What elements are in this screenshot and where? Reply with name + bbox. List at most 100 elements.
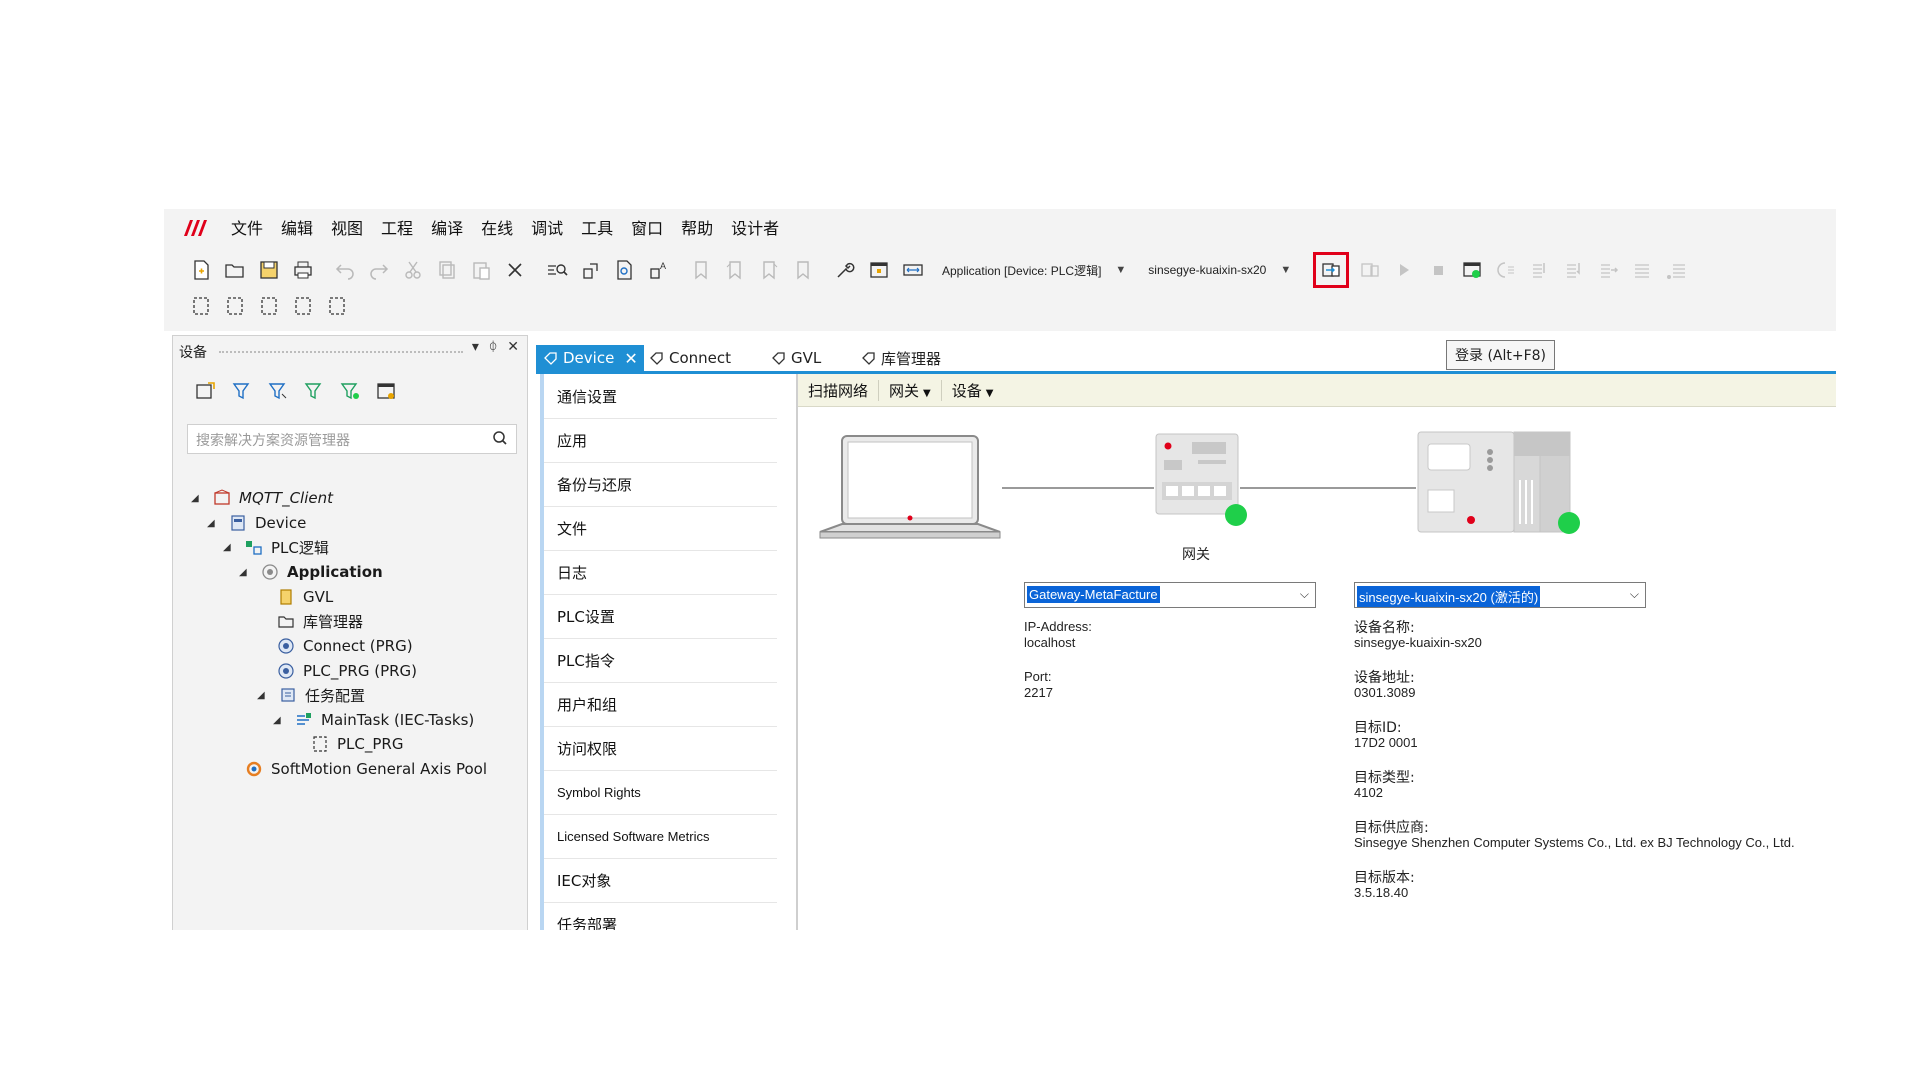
menu-project[interactable]: 工程	[381, 215, 413, 239]
menu-designer[interactable]: 设计者	[731, 215, 779, 239]
tree-item-plc-logic[interactable]: ◢ PLC逻辑	[223, 535, 329, 559]
dashed-square-icon[interactable]	[224, 295, 246, 317]
find-icon[interactable]	[546, 259, 568, 281]
step-out-icon[interactable]	[1597, 259, 1619, 281]
cut-icon[interactable]	[402, 259, 424, 281]
step-into-icon[interactable]	[1563, 259, 1585, 281]
filter-icon[interactable]	[267, 380, 289, 402]
save-icon[interactable]	[258, 259, 280, 281]
gateway-menu[interactable]: 网关 ▼	[879, 379, 942, 401]
bookmark-icon[interactable]	[690, 259, 712, 281]
nav-item-users-groups[interactable]: 用户和组	[540, 682, 777, 727]
breakpoint-icon[interactable]	[1495, 259, 1517, 281]
logout-icon[interactable]	[1359, 259, 1381, 281]
nav-item-plc-commands[interactable]: PLC指令	[540, 638, 777, 683]
dashed-square-icon[interactable]	[292, 295, 314, 317]
expand-icon[interactable]: ◢	[257, 690, 269, 701]
tab-gvl[interactable]: GVL	[772, 345, 821, 371]
window-settings-icon[interactable]	[375, 380, 397, 402]
nav-item-backup-restore[interactable]: 备份与还原	[540, 462, 777, 507]
pin-icon[interactable]: ᛰ	[489, 339, 497, 355]
dashed-square-icon[interactable]	[326, 295, 348, 317]
bookmark-next-icon[interactable]	[758, 259, 780, 281]
expand-icon[interactable]: ◢	[207, 518, 219, 529]
gateway-select[interactable]: Gateway-MetaFacture ⌵	[1024, 582, 1316, 608]
menu-view[interactable]: 视图	[331, 215, 363, 239]
tree-item-project[interactable]: ◢ MQTT_Client	[191, 486, 333, 510]
expand-icon[interactable]: ◢	[191, 493, 203, 504]
bookmark-clear-icon[interactable]	[792, 259, 814, 281]
tree-item-gvl[interactable]: GVL	[277, 585, 333, 609]
nav-item-symbol-rights[interactable]: Symbol Rights	[540, 770, 777, 815]
menu-tools[interactable]: 工具	[581, 215, 613, 239]
chevron-down-icon[interactable]: ▾	[472, 339, 479, 355]
nav-item-access-rights[interactable]: 访问权限	[540, 726, 777, 771]
active-application-combo[interactable]: Application [Device: PLC逻辑] ▼	[942, 262, 1140, 279]
open-folder-icon[interactable]	[224, 259, 246, 281]
nav-item-log[interactable]: 日志	[540, 550, 777, 595]
replace-icon[interactable]: A	[648, 259, 670, 281]
print-icon[interactable]	[292, 259, 314, 281]
tree-item-device[interactable]: ◢ Device	[207, 511, 306, 535]
tree-item-plc-prg-call[interactable]: PLC_PRG	[311, 732, 403, 756]
width-icon[interactable]	[902, 259, 924, 281]
toggle-icon[interactable]	[1665, 259, 1687, 281]
open-folder-icon[interactable]	[195, 380, 217, 402]
device-combo[interactable]: sinsegye-kuaixin-sx20 ▼	[1148, 263, 1305, 277]
tree-item-library-manager[interactable]: 库管理器	[277, 609, 363, 633]
step-over-icon[interactable]	[1529, 259, 1551, 281]
wrench-icon[interactable]	[834, 259, 856, 281]
window-icon[interactable]	[868, 259, 890, 281]
menu-online[interactable]: 在线	[481, 215, 513, 239]
tree-item-softmotion-pool[interactable]: SoftMotion General Axis Pool	[245, 757, 487, 781]
nav-item-task-deployment[interactable]: 任务部署	[540, 902, 777, 930]
search-input[interactable]: 搜索解决方案资源管理器	[187, 424, 517, 454]
redo-icon[interactable]	[368, 259, 390, 281]
tree-item-task-config[interactable]: ◢ 任务配置	[257, 683, 365, 707]
dashed-square-icon[interactable]	[190, 295, 212, 317]
scan-network-button[interactable]: 扫描网络	[798, 379, 880, 401]
device-menu[interactable]: 设备 ▼	[942, 380, 1004, 401]
bookmark-prev-icon[interactable]	[724, 259, 746, 281]
tree-item-maintask[interactable]: ◢ MainTask (IEC-Tasks)	[273, 708, 474, 732]
new-file-icon[interactable]	[190, 259, 212, 281]
expand-icon[interactable]: ◢	[239, 567, 251, 578]
undo-icon[interactable]	[334, 259, 356, 281]
nav-item-licensed-software-metrics[interactable]: Licensed Software Metrics	[540, 814, 777, 859]
filter-icon[interactable]	[231, 380, 253, 402]
stop-icon[interactable]	[1427, 259, 1449, 281]
dashed-square-icon[interactable]	[258, 295, 280, 317]
run-icon[interactable]	[1393, 259, 1415, 281]
nav-item-plc-settings[interactable]: PLC设置	[540, 594, 777, 639]
device-select[interactable]: sinsegye-kuaixin-sx20 (激活的) ⌵	[1354, 582, 1646, 608]
panel-drag-handle[interactable]	[219, 351, 463, 353]
expand-icon[interactable]: ◢	[223, 542, 235, 553]
find-replace-icon[interactable]	[580, 259, 602, 281]
simulation-icon[interactable]	[1461, 259, 1483, 281]
tab-connect[interactable]: Connect	[650, 345, 731, 371]
menu-window[interactable]: 窗口	[631, 215, 663, 239]
find-in-files-icon[interactable]	[614, 259, 636, 281]
nav-item-files[interactable]: 文件	[540, 506, 777, 551]
show-next-statement-icon[interactable]	[1631, 259, 1653, 281]
close-icon[interactable]: ✕	[624, 349, 637, 368]
nav-item-iec-objects[interactable]: IEC对象	[540, 858, 777, 903]
nav-item-application[interactable]: 应用	[540, 418, 777, 463]
tree-item-plc-prg[interactable]: PLC_PRG (PRG)	[277, 659, 417, 683]
tree-item-connect-prg[interactable]: Connect (PRG)	[277, 634, 413, 658]
delete-icon[interactable]	[504, 259, 526, 281]
expand-icon[interactable]: ◢	[273, 715, 285, 726]
search-icon[interactable]	[492, 430, 508, 446]
menu-help[interactable]: 帮助	[681, 215, 713, 239]
filter-icon[interactable]	[339, 380, 361, 402]
filter-icon[interactable]	[303, 380, 325, 402]
tab-device[interactable]: Device ✕	[536, 345, 644, 371]
copy-icon[interactable]	[436, 259, 458, 281]
tab-library-manager[interactable]: 库管理器	[862, 345, 941, 371]
paste-icon[interactable]	[470, 259, 492, 281]
menu-file[interactable]: 文件	[231, 215, 263, 239]
tree-item-application[interactable]: ◢ Application	[239, 560, 383, 584]
menu-edit[interactable]: 编辑	[281, 215, 313, 239]
menu-debug[interactable]: 调试	[531, 215, 563, 239]
nav-item-communication[interactable]: 通信设置	[540, 374, 777, 419]
